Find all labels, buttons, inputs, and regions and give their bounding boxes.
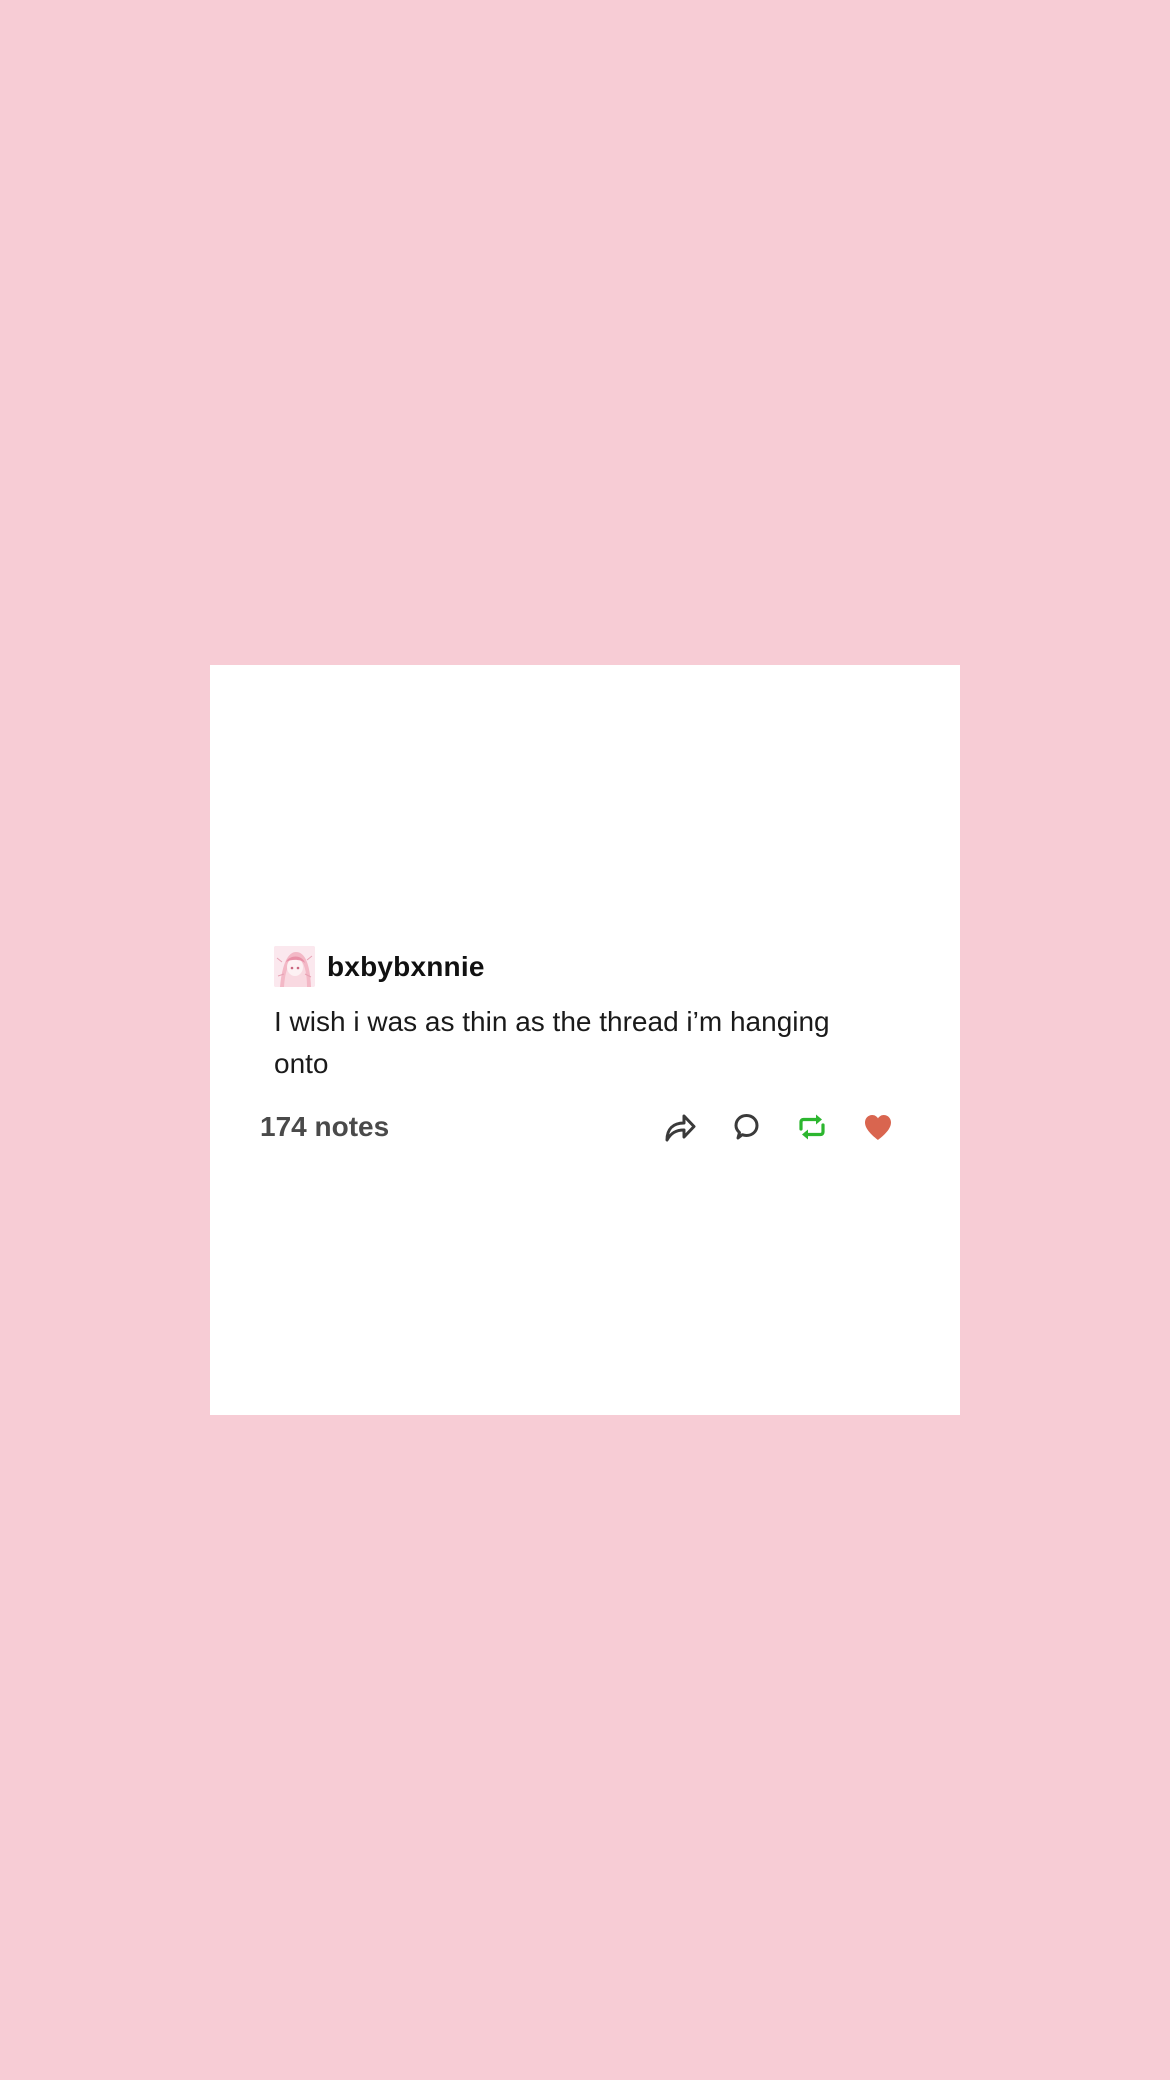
reply-button[interactable] xyxy=(728,1109,764,1145)
share-button[interactable] xyxy=(662,1109,698,1145)
reply-icon xyxy=(734,1114,759,1140)
post-body-text: I wish i was as thin as the thread i’m h… xyxy=(274,1006,830,1079)
share-icon xyxy=(665,1114,696,1142)
reblog-icon xyxy=(799,1114,825,1140)
reblog-button[interactable] xyxy=(794,1109,830,1145)
notes-count[interactable]: 174 notes xyxy=(260,1111,389,1143)
avatar[interactable] xyxy=(274,946,315,987)
username[interactable]: bxbybxnnie xyxy=(327,951,485,983)
like-icon xyxy=(865,1115,891,1140)
avatar-image xyxy=(274,946,315,987)
post-card: bxbybxnnie I wish i was as thin as the t… xyxy=(210,665,960,1415)
post-actions xyxy=(662,1109,896,1145)
like-button[interactable] xyxy=(860,1109,896,1145)
post-footer: 174 notes xyxy=(260,1097,910,1157)
post-header: bxbybxnnie xyxy=(274,946,485,987)
